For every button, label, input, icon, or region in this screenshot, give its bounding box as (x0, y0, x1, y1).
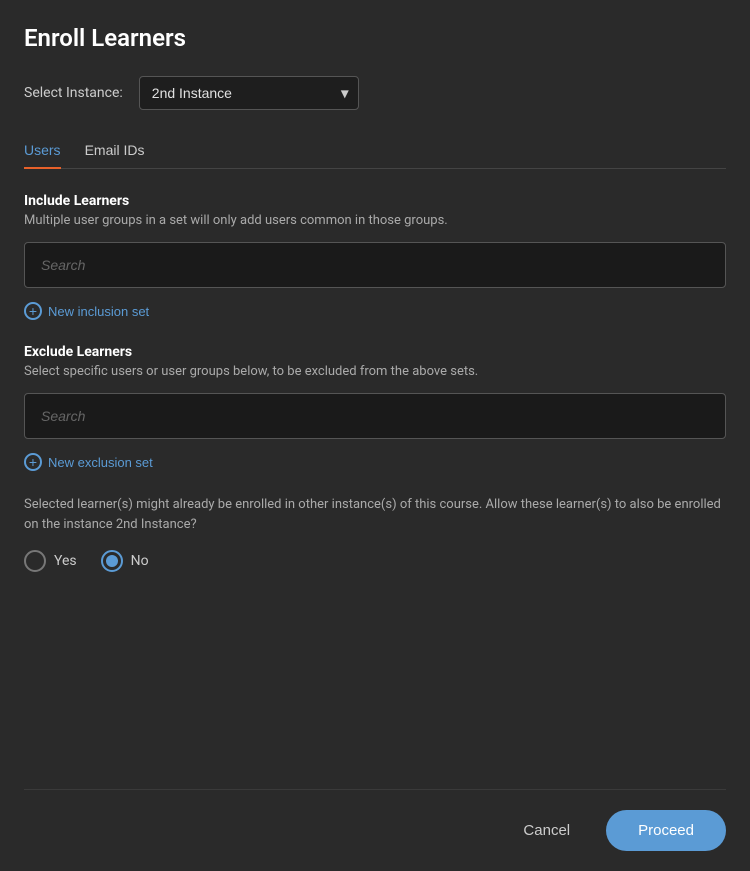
radio-no[interactable]: No (101, 550, 149, 572)
instance-row: Select Instance: 1st Instance 2nd Instan… (24, 76, 726, 110)
radio-no-outer (101, 550, 123, 572)
exclude-section: Exclude Learners Select specific users o… (24, 344, 726, 491)
radio-yes[interactable]: Yes (24, 550, 77, 572)
include-desc: Multiple user groups in a set will only … (24, 213, 726, 228)
new-inclusion-set-label: New inclusion set (48, 304, 149, 319)
plus-icon: + (24, 302, 42, 320)
tab-bar: Users Email IDs (24, 134, 726, 169)
include-title: Include Learners (24, 193, 726, 209)
tab-users[interactable]: Users (24, 134, 61, 168)
new-inclusion-set-button[interactable]: + New inclusion set (24, 302, 149, 320)
radio-no-label: No (131, 553, 149, 569)
include-section: Include Learners Multiple user groups in… (24, 193, 726, 340)
page-title: Enroll Learners (24, 24, 726, 52)
new-exclusion-set-label: New exclusion set (48, 455, 153, 470)
enrollment-notice: Selected learner(s) might already be enr… (24, 495, 726, 534)
footer: Cancel Proceed (24, 789, 726, 851)
instance-label: Select Instance: (24, 85, 123, 101)
plus-circle-icon: + (24, 453, 42, 471)
new-exclusion-set-button[interactable]: + New exclusion set (24, 453, 153, 471)
cancel-button[interactable]: Cancel (503, 812, 590, 849)
tab-email-ids[interactable]: Email IDs (85, 134, 145, 168)
instance-select[interactable]: 1st Instance 2nd Instance 3rd Instance (139, 76, 359, 110)
exclude-desc: Select specific users or user groups bel… (24, 364, 726, 379)
radio-no-inner (106, 555, 118, 567)
exclude-search-input[interactable] (24, 393, 726, 439)
modal-container: Enroll Learners Select Instance: 1st Ins… (0, 0, 750, 871)
radio-yes-label: Yes (54, 553, 77, 569)
radio-yes-outer (24, 550, 46, 572)
instance-select-wrapper: 1st Instance 2nd Instance 3rd Instance (139, 76, 359, 110)
proceed-button[interactable]: Proceed (606, 810, 726, 851)
radio-group: Yes No (24, 550, 726, 572)
exclude-title: Exclude Learners (24, 344, 726, 360)
include-search-input[interactable] (24, 242, 726, 288)
